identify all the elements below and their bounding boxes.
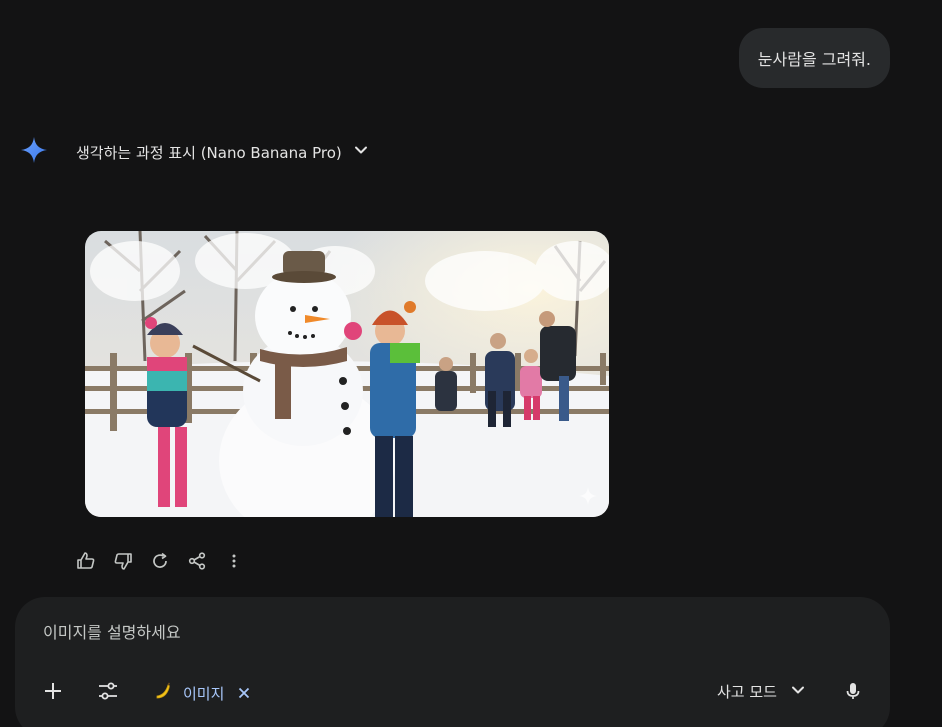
more-vert-icon: [224, 551, 244, 575]
model-response-header: 생각하는 과정 표시 (Nano Banana Pro): [20, 136, 368, 168]
thinking-label: 생각하는 과정 표시 (Nano Banana Pro): [76, 143, 342, 162]
user-message-bubble: 눈사람을 그려줘.: [738, 28, 890, 88]
share-button[interactable]: [184, 550, 210, 576]
chat-page: 눈사람을 그려줘. 생각하는 과정 표시 (Nano Banana Pro) 이…: [0, 0, 942, 727]
thumb-up-button[interactable]: [73, 550, 99, 576]
mic-icon: [843, 681, 863, 705]
thumb-down-icon: [113, 551, 133, 575]
chevron-down-icon: [777, 683, 805, 701]
plus-icon: [43, 681, 63, 705]
response-action-bar: [73, 550, 258, 576]
share-icon: [187, 551, 207, 575]
chevron-down-icon: [342, 143, 368, 161]
more-options-button[interactable]: [221, 550, 247, 576]
show-thinking-toggle[interactable]: 생각하는 과정 표시 (Nano Banana Pro): [76, 142, 368, 163]
image-chip-label: 이미지: [183, 684, 225, 703]
prompt-input[interactable]: [43, 623, 643, 642]
close-icon[interactable]: [238, 687, 250, 699]
mode-label: 사고 모드: [717, 683, 777, 701]
add-button[interactable]: [41, 681, 65, 705]
regenerate-button[interactable]: [147, 550, 173, 576]
image-tool-chip[interactable]: 이미지: [153, 679, 250, 707]
thinking-mode-selector[interactable]: 사고 모드: [717, 681, 805, 702]
microphone-button[interactable]: [841, 681, 865, 705]
thumb-up-icon: [76, 551, 96, 575]
tools-button[interactable]: [96, 681, 120, 705]
thumb-down-button[interactable]: [110, 550, 136, 576]
prompt-composer: 이미지 사고 모드: [15, 597, 890, 727]
gemini-spark-icon: [20, 136, 48, 168]
banana-icon: [153, 681, 173, 706]
user-message-text: 눈사람을 그려줘.: [757, 50, 871, 69]
tools-icon: [97, 680, 119, 706]
redo-icon: [150, 551, 170, 575]
generated-snowman-image[interactable]: [85, 231, 609, 517]
